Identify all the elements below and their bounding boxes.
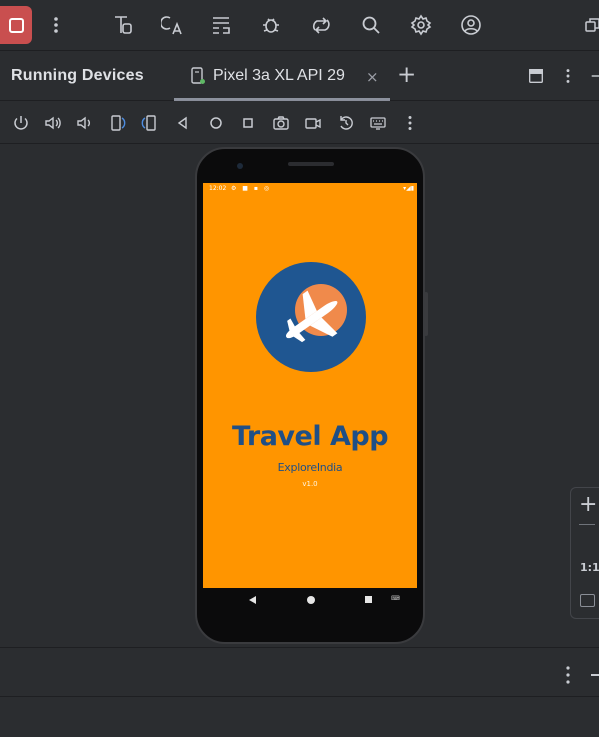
window-layout-icon[interactable] xyxy=(526,66,546,86)
zoom-controls: + 1:1 xyxy=(570,487,599,619)
back-icon[interactable] xyxy=(173,113,193,133)
android-status-bar: 12:02 ⚙ ■ ▪ ◎ ▾◢▮ xyxy=(203,183,417,195)
panel-title: Running Devices xyxy=(11,67,144,84)
minimize-icon[interactable] xyxy=(591,674,599,676)
status-time: 12:02 xyxy=(209,185,227,192)
window-restore-icon[interactable] xyxy=(580,12,599,38)
sync-icon[interactable] xyxy=(308,12,334,38)
app-splash-screen[interactable]: 12:02 ⚙ ■ ▪ ◎ ▾◢▮ Travel App ExploreIndi… xyxy=(203,183,417,588)
bottom-tool-strip xyxy=(0,647,599,697)
home-icon[interactable] xyxy=(206,113,226,133)
vertical-ellipsis-icon[interactable] xyxy=(565,666,571,684)
app-version: v1.0 xyxy=(302,480,318,488)
device-phone-icon xyxy=(191,67,205,84)
main-toolbar xyxy=(0,0,599,51)
nav-home-icon[interactable] xyxy=(307,596,315,604)
close-icon[interactable]: × xyxy=(366,68,379,86)
screenshot-icon[interactable] xyxy=(271,113,291,133)
nav-keyboard-icon[interactable]: ⌨ xyxy=(391,595,400,602)
screen-record-icon[interactable] xyxy=(303,113,323,133)
phone-frame: 12:02 ⚙ ■ ▪ ◎ ▾◢▮ Travel App ExploreIndi… xyxy=(195,147,425,644)
vertical-ellipsis-icon[interactable] xyxy=(558,66,578,86)
translate-icon[interactable] xyxy=(159,12,185,38)
nav-back-icon[interactable] xyxy=(249,596,256,604)
app-title: Travel App xyxy=(231,421,389,452)
layout-inspector-icon[interactable] xyxy=(110,12,136,38)
power-icon[interactable] xyxy=(11,113,31,133)
device-toolbar xyxy=(0,102,599,144)
vertical-ellipsis-icon[interactable] xyxy=(43,12,69,38)
account-icon[interactable] xyxy=(458,12,484,38)
add-tab-button[interactable]: + xyxy=(397,62,416,88)
actual-size-button[interactable]: 1:1 xyxy=(580,561,599,574)
nav-recents-icon[interactable] xyxy=(365,596,372,603)
front-camera xyxy=(237,163,243,169)
keyboard-icon[interactable] xyxy=(368,113,388,133)
volume-up-icon[interactable] xyxy=(43,113,63,133)
zoom-in-button[interactable]: + xyxy=(579,492,597,517)
android-nav-bar: ⌨ xyxy=(203,588,417,616)
volume-down-icon[interactable] xyxy=(74,113,94,133)
bug-icon[interactable] xyxy=(258,12,284,38)
notification-icons: ⚙ ■ ▪ ◎ xyxy=(231,185,272,192)
overview-icon[interactable] xyxy=(238,113,258,133)
code-format-icon[interactable] xyxy=(208,12,234,38)
phone-speaker xyxy=(288,162,334,166)
device-display-area: 12:02 ⚙ ■ ▪ ◎ ▾◢▮ Travel App ExploreIndi… xyxy=(0,144,599,647)
vertical-ellipsis-icon[interactable] xyxy=(400,113,420,133)
settings-icon[interactable] xyxy=(408,12,434,38)
footer-area xyxy=(0,698,599,737)
android-studio-running-devices-window: Running Devices Pixel 3a XL API 29 × + 1… xyxy=(0,0,599,737)
app-subtitle: ExploreIndia xyxy=(277,461,343,474)
tab-pixel-3a-xl[interactable]: Pixel 3a XL API 29 × xyxy=(174,51,390,101)
panel-header: Running Devices Pixel 3a XL API 29 × + xyxy=(0,51,599,101)
search-icon[interactable] xyxy=(358,12,384,38)
zoom-to-fit-icon[interactable] xyxy=(580,594,595,607)
stop-icon xyxy=(8,17,24,33)
zoom-out-button[interactable] xyxy=(579,524,595,525)
stop-button[interactable] xyxy=(0,6,32,44)
battery-signal-icons: ▾◢▮ xyxy=(403,185,414,192)
minimize-icon[interactable] xyxy=(588,66,599,86)
tab-selected-indicator xyxy=(174,98,390,101)
rotate-right-icon[interactable] xyxy=(140,113,160,133)
rotate-left-icon[interactable] xyxy=(107,113,127,133)
airplane-logo-icon xyxy=(256,262,366,372)
snapshot-icon[interactable] xyxy=(336,113,356,133)
tab-label: Pixel 3a XL API 29 xyxy=(213,67,345,84)
